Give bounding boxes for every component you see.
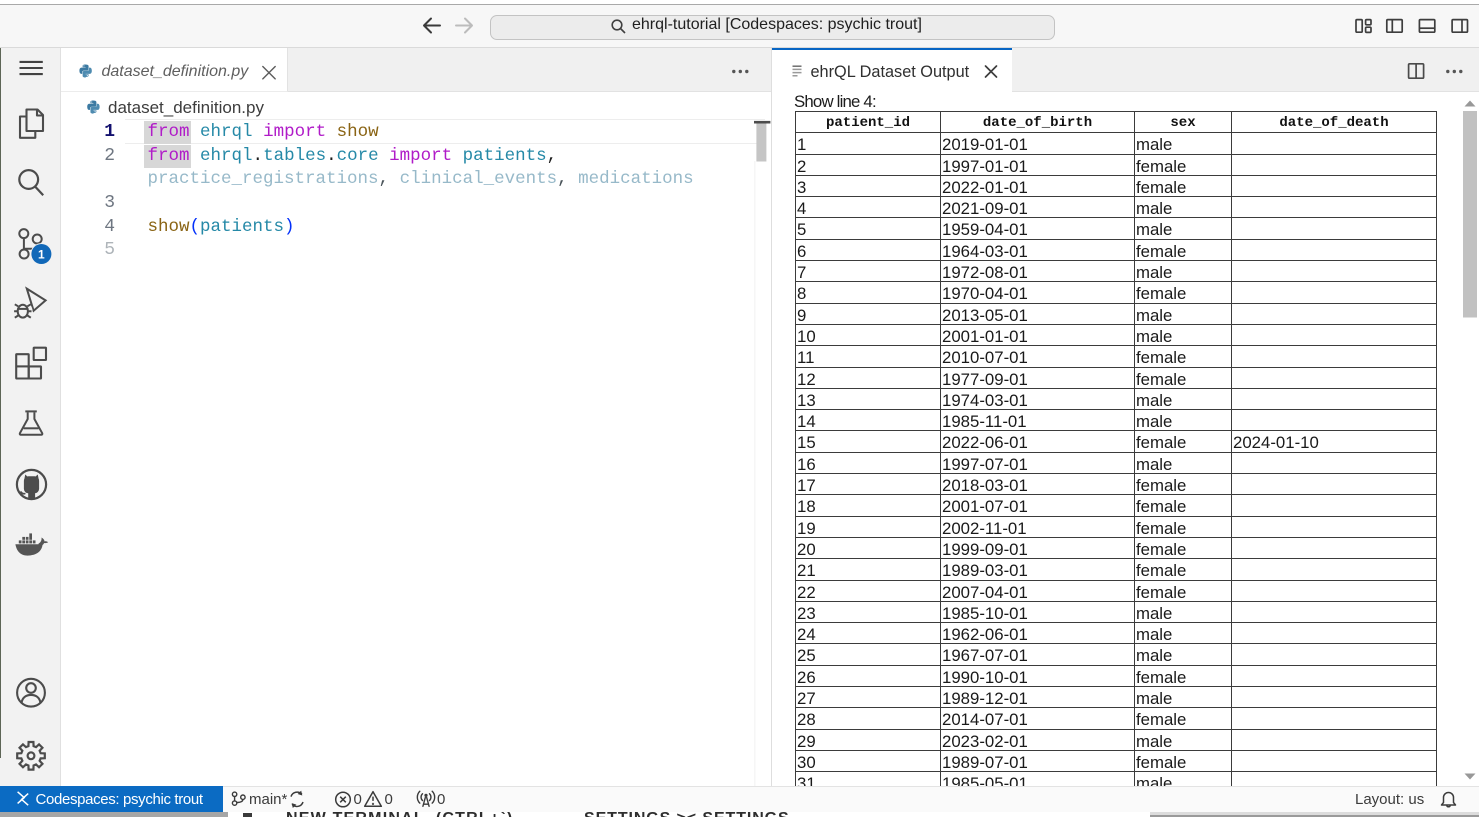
svg-text:1: 1 [38,247,45,261]
